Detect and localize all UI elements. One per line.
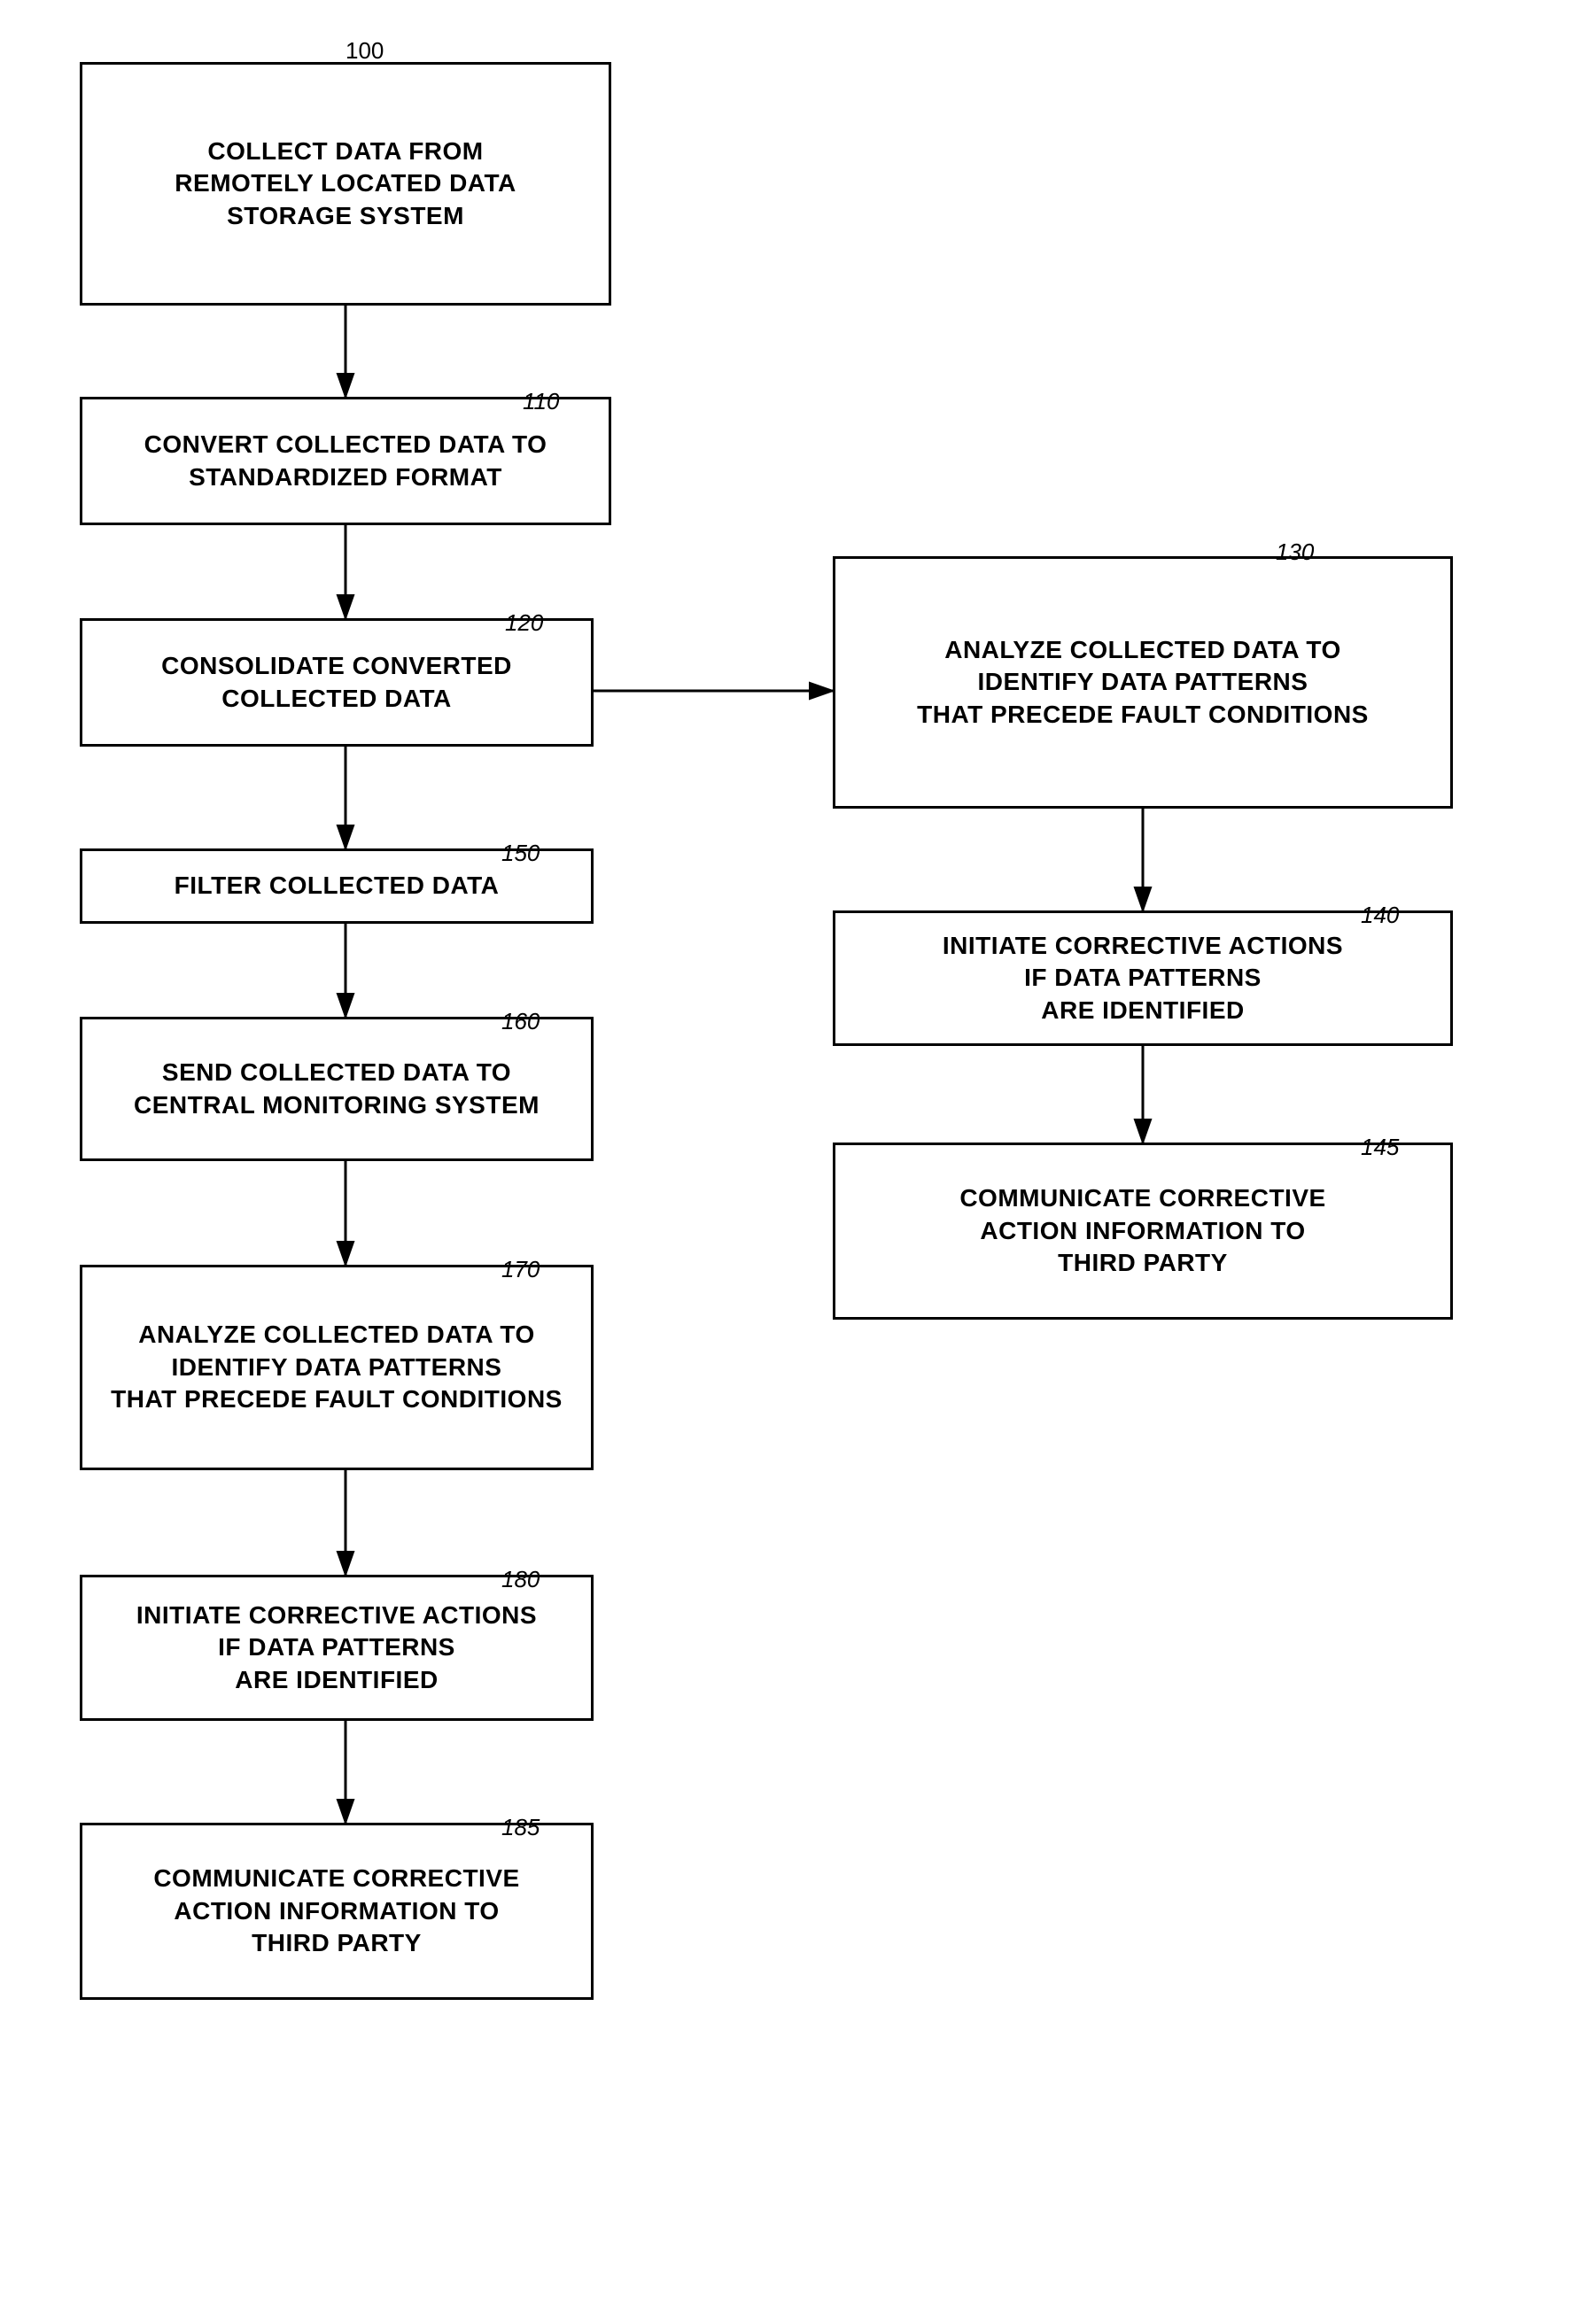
label-150: 150 [501, 840, 540, 867]
label-145: 145 [1361, 1134, 1399, 1161]
label-100: 100 [346, 37, 384, 65]
node-130: ANALYZE COLLECTED DATA TO IDENTIFY DATA … [833, 556, 1453, 809]
node-160-label: SEND COLLECTED DATA TO CENTRAL MONITORIN… [134, 1057, 540, 1121]
node-100: COLLECT DATA FROM REMOTELY LOCATED DATA … [80, 62, 611, 306]
node-110: CONVERT COLLECTED DATA TO STANDARDIZED F… [80, 397, 611, 525]
label-180: 180 [501, 1566, 540, 1593]
node-130-label: ANALYZE COLLECTED DATA TO IDENTIFY DATA … [917, 634, 1369, 731]
node-180: INITIATE CORRECTIVE ACTIONS IF DATA PATT… [80, 1575, 594, 1721]
label-110: 110 [523, 388, 559, 415]
node-170-label: ANALYZE COLLECTED DATA TO IDENTIFY DATA … [111, 1319, 563, 1415]
node-170: ANALYZE COLLECTED DATA TO IDENTIFY DATA … [80, 1265, 594, 1470]
node-185-label: COMMUNICATE CORRECTIVE ACTION INFORMATIO… [153, 1863, 519, 1959]
node-180-label: INITIATE CORRECTIVE ACTIONS IF DATA PATT… [136, 1600, 537, 1696]
node-145-label: COMMUNICATE CORRECTIVE ACTION INFORMATIO… [959, 1182, 1325, 1279]
label-120: 120 [505, 609, 543, 637]
node-145: COMMUNICATE CORRECTIVE ACTION INFORMATIO… [833, 1143, 1453, 1320]
label-130: 130 [1276, 538, 1314, 566]
node-140: INITIATE CORRECTIVE ACTIONS IF DATA PATT… [833, 910, 1453, 1046]
node-150-label: FILTER COLLECTED DATA [175, 870, 500, 902]
node-100-label: COLLECT DATA FROM REMOTELY LOCATED DATA … [175, 136, 516, 232]
label-185: 185 [501, 1814, 540, 1841]
node-140-label: INITIATE CORRECTIVE ACTIONS IF DATA PATT… [943, 930, 1343, 1026]
node-160: SEND COLLECTED DATA TO CENTRAL MONITORIN… [80, 1017, 594, 1161]
label-160: 160 [501, 1008, 540, 1035]
node-120: CONSOLIDATE CONVERTED COLLECTED DATA [80, 618, 594, 747]
node-185: COMMUNICATE CORRECTIVE ACTION INFORMATIO… [80, 1823, 594, 2000]
node-120-label: CONSOLIDATE CONVERTED COLLECTED DATA [161, 650, 512, 715]
label-170: 170 [501, 1256, 540, 1283]
node-110-label: CONVERT COLLECTED DATA TO STANDARDIZED F… [144, 429, 547, 493]
label-140: 140 [1361, 902, 1399, 929]
diagram-container: COLLECT DATA FROM REMOTELY LOCATED DATA … [0, 0, 1584, 2324]
